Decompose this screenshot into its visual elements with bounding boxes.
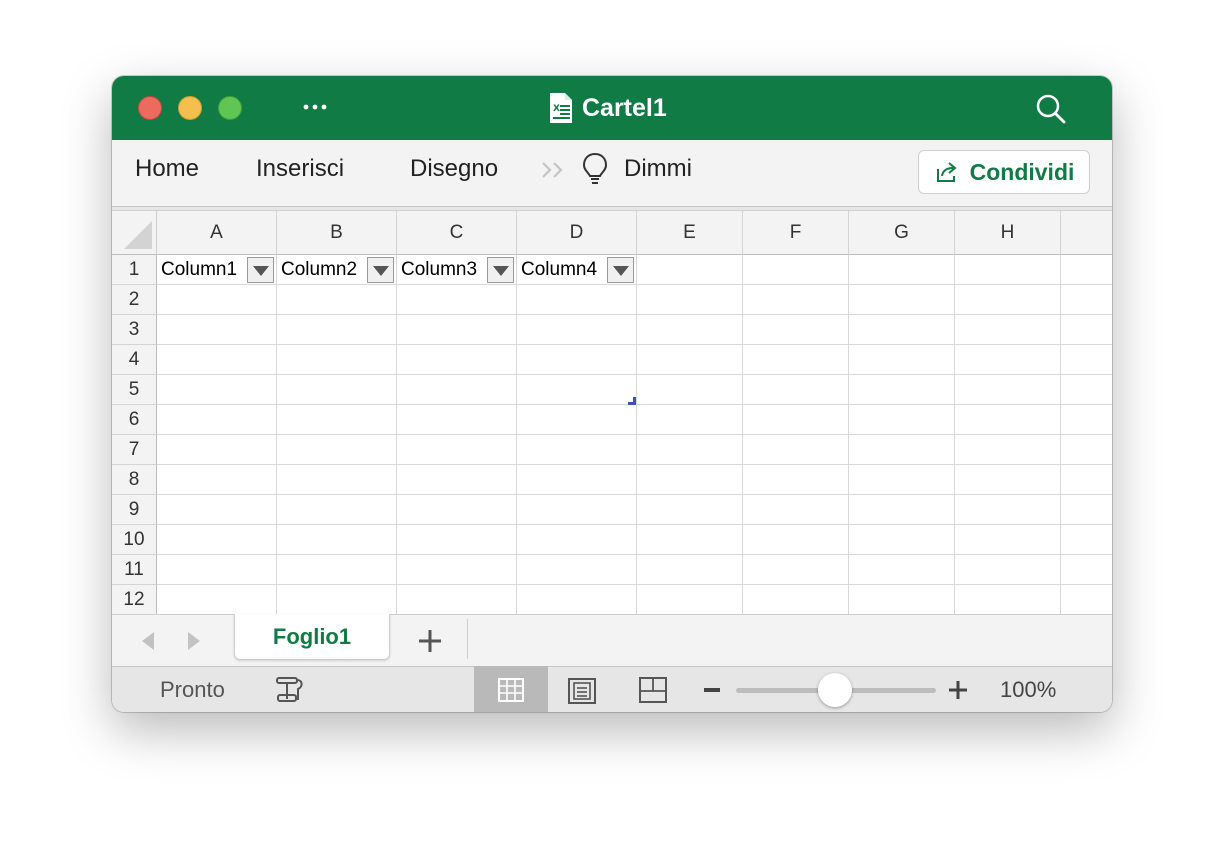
sheet-tab-bar: Foglio1 — [112, 614, 1112, 667]
grid-line — [157, 524, 1112, 525]
status-text: Pronto — [160, 677, 225, 702]
column-header-e[interactable]: E — [637, 211, 743, 255]
filter-dropdown-icon[interactable] — [607, 257, 634, 283]
column-header-g[interactable]: G — [849, 211, 955, 255]
cell-b1-text: Column2 — [281, 259, 358, 280]
grid-line — [157, 314, 1112, 315]
grid-line — [157, 344, 1112, 345]
zoom-in-button[interactable] — [949, 681, 967, 699]
grid-line — [636, 255, 637, 614]
row-header-2[interactable]: 2 — [112, 285, 157, 315]
double-chevron-right-icon[interactable] — [540, 160, 568, 180]
column-header-h[interactable]: H — [955, 211, 1061, 255]
cell-a1-text: Column1 — [161, 259, 238, 280]
minimize-button[interactable] — [178, 96, 202, 120]
macro-recording-icon[interactable] — [274, 675, 306, 705]
grid-line — [954, 255, 955, 614]
close-button[interactable] — [138, 96, 162, 120]
share-icon — [936, 162, 957, 182]
grid-line — [157, 554, 1112, 555]
page-break-view-icon[interactable] — [639, 677, 667, 703]
excel-window: X Cartel1 Home Inserisci Disegno Dimmi C… — [112, 76, 1112, 712]
grid-line — [157, 464, 1112, 465]
status-bar: Pronto 100% — [112, 666, 1112, 712]
grid-line — [157, 494, 1112, 495]
row-header-10[interactable]: 10 — [112, 525, 157, 555]
ellipsis-icon[interactable] — [300, 92, 330, 122]
worksheet-grid[interactable]: A B C D E F G H 1 2 3 4 5 6 7 8 9 10 11 … — [112, 211, 1112, 614]
table-resize-handle-icon[interactable] — [628, 397, 636, 405]
column-header-partial — [1061, 211, 1112, 255]
row-header-11[interactable]: 11 — [112, 555, 157, 585]
select-all-triangle-icon — [124, 221, 152, 249]
row-header-4[interactable]: 4 — [112, 345, 157, 375]
row-header-6[interactable]: 6 — [112, 405, 157, 435]
window-title: Cartel1 — [582, 93, 667, 122]
ribbon: Home Inserisci Disegno Dimmi Condividi — [112, 140, 1112, 207]
share-button[interactable]: Condividi — [918, 150, 1090, 194]
column-header-c[interactable]: C — [397, 211, 517, 255]
cell-b1[interactable]: Column2 — [277, 255, 397, 285]
row-header-8[interactable]: 8 — [112, 465, 157, 495]
column-header-b[interactable]: B — [277, 211, 397, 255]
normal-view-button[interactable] — [474, 666, 548, 712]
zoom-level[interactable]: 100% — [1000, 677, 1056, 703]
row-header-3[interactable]: 3 — [112, 315, 157, 345]
chevron-left-icon[interactable] — [140, 631, 156, 651]
cell-c1-text: Column3 — [401, 259, 478, 280]
page-layout-view-icon[interactable] — [568, 678, 596, 704]
cell-d1-text: Column4 — [521, 259, 598, 280]
cell-c1[interactable]: Column3 — [397, 255, 517, 285]
sheet-tab-foglio1[interactable]: Foglio1 — [234, 614, 390, 660]
grid-line — [516, 255, 517, 614]
tell-me-label[interactable]: Dimmi — [624, 154, 692, 184]
window-title-group: X Cartel1 — [548, 91, 667, 125]
grid-line — [157, 374, 1112, 375]
grid-line — [157, 584, 1112, 585]
zoom-slider-handle[interactable] — [818, 673, 852, 707]
title-bar: X Cartel1 — [112, 76, 1112, 140]
column-header-f[interactable]: F — [743, 211, 849, 255]
lightbulb-icon[interactable] — [582, 152, 608, 186]
filter-dropdown-icon[interactable] — [367, 257, 394, 283]
plus-icon[interactable] — [416, 627, 444, 655]
filter-dropdown-icon[interactable] — [247, 257, 274, 283]
excel-document-icon: X — [550, 93, 572, 123]
row-header-12[interactable]: 12 — [112, 585, 157, 614]
maximize-button[interactable] — [218, 96, 242, 120]
cell-a1[interactable]: Column1 — [157, 255, 277, 285]
grid-line — [157, 434, 1112, 435]
row-header-1[interactable]: 1 — [112, 255, 157, 285]
grid-line — [396, 255, 397, 614]
tab-home[interactable]: Home — [135, 154, 199, 184]
svg-text:X: X — [553, 104, 560, 114]
column-header-d[interactable]: D — [517, 211, 637, 255]
tab-divider — [467, 619, 468, 659]
chevron-right-icon[interactable] — [186, 631, 202, 651]
grid-line — [276, 255, 277, 614]
search-icon[interactable] — [1034, 92, 1068, 126]
tab-disegno[interactable]: Disegno — [410, 154, 498, 184]
zoom-out-button[interactable] — [704, 688, 720, 692]
row-header-7[interactable]: 7 — [112, 435, 157, 465]
tab-inserisci[interactable]: Inserisci — [256, 154, 344, 184]
grid-line — [1060, 255, 1061, 614]
column-header-a[interactable]: A — [157, 211, 277, 255]
row-header-5[interactable]: 5 — [112, 375, 157, 405]
grid-line — [742, 255, 743, 614]
share-label: Condividi — [969, 158, 1075, 185]
filter-dropdown-icon[interactable] — [487, 257, 514, 283]
select-all-corner[interactable] — [112, 211, 157, 255]
cell-d1[interactable]: Column4 — [517, 255, 637, 285]
normal-view-icon — [498, 678, 524, 702]
row-header-9[interactable]: 9 — [112, 495, 157, 525]
grid-line — [848, 255, 849, 614]
